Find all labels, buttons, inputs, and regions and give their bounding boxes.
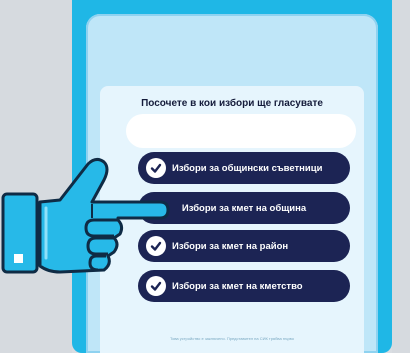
option-label: Избори за кмет на район [172, 240, 289, 252]
option-label: Избори за кмет на община [181, 202, 307, 214]
answer-field [126, 114, 356, 148]
question-text: Посочете в кои избори ще гласувате [141, 98, 323, 109]
option-label: Избори за общински съветници [172, 162, 323, 174]
option-label: Избори за кмет на кметство [172, 280, 303, 292]
background-right [392, 0, 410, 353]
pointing-hand-icon [1, 157, 170, 274]
screen-footnote: Това устройство е заключено. Представите… [170, 336, 294, 341]
